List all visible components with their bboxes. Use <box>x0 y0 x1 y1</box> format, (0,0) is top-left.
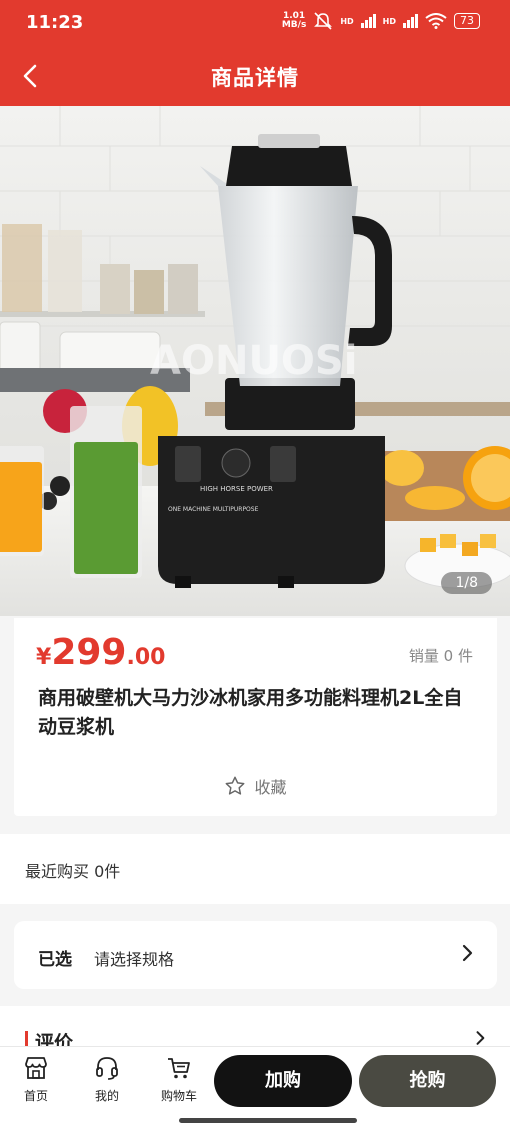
blender-label: ONE MACHINE MULTIPURPOSE <box>168 506 259 513</box>
price-decimal: .00 <box>126 645 166 670</box>
chevron-right-icon <box>462 944 473 962</box>
favorite-button[interactable]: 收藏 <box>14 774 497 798</box>
page-title: 商品详情 <box>211 66 299 90</box>
mute-bell-icon <box>314 12 333 30</box>
currency-symbol: ¥ <box>36 645 52 670</box>
signal-icon <box>403 14 418 28</box>
status-icons: 1.01 MB/s HD HD 73 <box>282 12 480 30</box>
tab-cart-label: 购物车 <box>160 1089 197 1103</box>
product-image-carousel[interactable]: HIGH HORSE POWER ONE MACHINE MULTIPURPOS… <box>0 106 510 616</box>
hd-badge: HD <box>340 16 354 26</box>
product-price: ¥299.00 <box>36 632 165 673</box>
product-title: 商用破壁机大马力沙冰机家用多功能料理机2L全自动豆浆机 <box>38 687 463 738</box>
home-indicator <box>179 1118 357 1123</box>
battery-icon: 73 <box>454 13 480 29</box>
product-image: HIGH HORSE POWER ONE MACHINE MULTIPURPOS… <box>0 106 510 616</box>
store-icon <box>25 1057 47 1079</box>
signal-icon <box>360 14 376 28</box>
buy-now-button[interactable]: 抢购 <box>359 1055 496 1107</box>
headset-icon <box>96 1057 118 1080</box>
product-info-card: ¥299.00 销量 0 件 商用破壁机大马力沙冰机家用多功能料理机2L全自动豆… <box>14 618 497 816</box>
image-counter: 1/8 <box>441 572 492 594</box>
shopping-cart-icon <box>168 1058 190 1079</box>
favorite-label: 收藏 <box>254 778 287 797</box>
network-speed: 1.01 MB/s <box>281 11 307 30</box>
recent-purchases: 最近购买 0件 <box>0 834 510 904</box>
add-to-cart-button[interactable]: 加购 <box>214 1055 352 1107</box>
tab-home-label: 首页 <box>23 1089 48 1103</box>
spec-value: 请选择规格 <box>94 950 175 969</box>
status-time: 11:23 <box>26 12 84 33</box>
hd-badge: HD <box>382 16 396 26</box>
status-bar: 11:23 1.01 MB/s HD HD 73 <box>0 0 510 46</box>
blender-label: HIGH HORSE POWER <box>200 485 273 493</box>
watermark: AONUOSi <box>150 338 357 384</box>
tab-mine-label: 我的 <box>94 1089 119 1103</box>
nav-bar: 商品详情 <box>0 46 510 106</box>
sales-count: 销量 0 件 <box>408 647 473 665</box>
wifi-icon <box>425 13 447 29</box>
recent-purchases-text: 最近购买 0件 <box>25 862 121 881</box>
tab-cart[interactable]: 购物车 <box>149 1055 209 1104</box>
chevron-right-icon <box>476 1031 485 1045</box>
tab-mine[interactable]: 我的 <box>77 1055 137 1104</box>
spec-label: 已选 <box>38 950 72 970</box>
tab-home[interactable]: 首页 <box>6 1055 66 1104</box>
spec-selector[interactable]: 已选 请选择规格 <box>14 921 497 989</box>
price-integer: 299 <box>51 632 127 673</box>
star-icon <box>226 776 245 795</box>
